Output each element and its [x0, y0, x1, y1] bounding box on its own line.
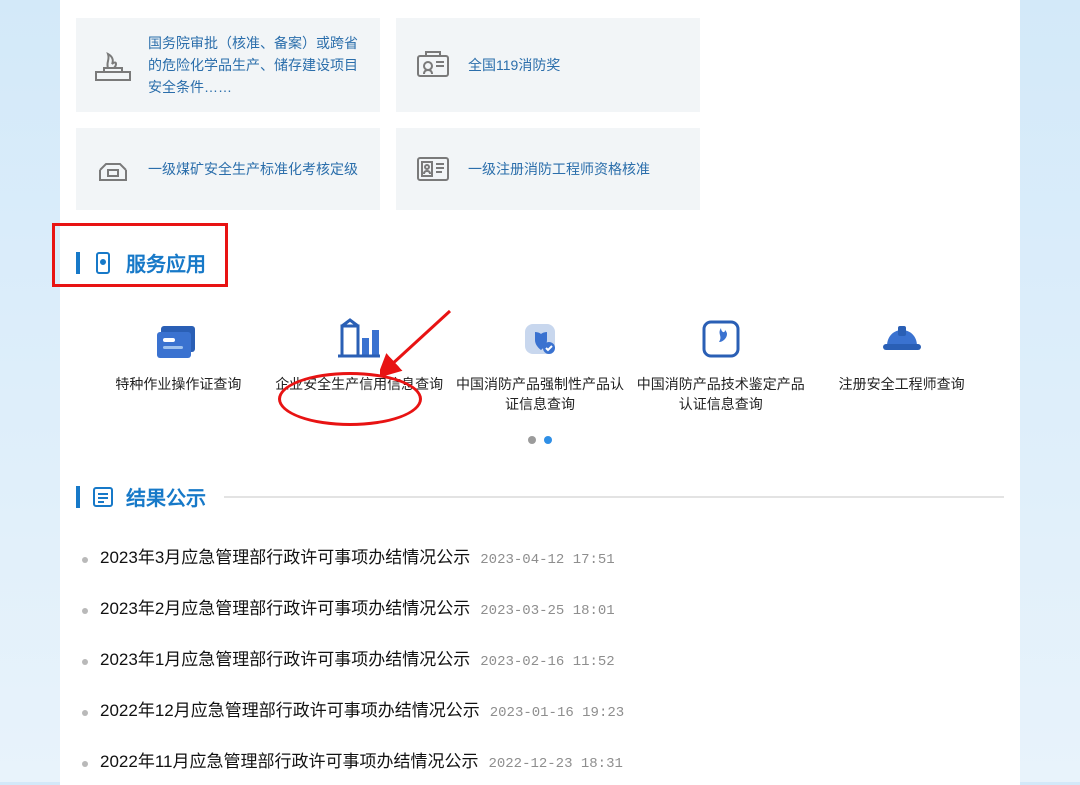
app-label: 注册安全工程师查询 — [839, 374, 965, 394]
card-text: 国务院审批（核准、备案）或跨省的危险化学品生产、储存建设项目安全条件…… — [148, 32, 364, 98]
list-icon — [92, 486, 114, 508]
card-approval[interactable]: 国务院审批（核准、备案）或跨省的危险化学品生产、储存建设项目安全条件…… — [76, 18, 380, 112]
result-item[interactable]: 2023年1月应急管理部行政许可事项办结情况公示 2023-02-16 11:5… — [76, 632, 1004, 683]
result-date: 2023-04-12 17:51 — [480, 552, 614, 568]
card-text: 一级煤矿安全生产标准化考核定级 — [148, 158, 364, 180]
top-card-row: 国务院审批（核准、备案）或跨省的危险化学品生产、储存建设项目安全条件…… 全国1… — [76, 0, 1004, 210]
pager-dot-1[interactable] — [528, 436, 536, 444]
section-title: 服务应用 — [126, 248, 206, 277]
app-fire-product-ccc[interactable]: 中国消防产品强制性产品认证信息查询 — [455, 316, 625, 414]
app-label: 特种作业操作证查询 — [115, 374, 241, 394]
app-safety-engineer[interactable]: 注册安全工程师查询 — [817, 316, 987, 414]
header-bar — [76, 486, 80, 508]
shield-check-icon — [517, 316, 563, 362]
fire-icon — [92, 44, 134, 86]
badge-icon — [412, 44, 454, 86]
apps-grid: 特种作业操作证查询 企业安全生产信用信息查询 — [76, 316, 1004, 414]
result-title: 2023年3月应急管理部行政许可事项办结情况公示 — [100, 543, 470, 568]
card-engineer-cert[interactable]: 一级注册消防工程师资格核准 — [396, 128, 700, 210]
result-title: 2022年12月应急管理部行政许可事项办结情况公示 — [100, 696, 480, 721]
bullet-icon — [82, 557, 88, 563]
bullet-icon — [82, 659, 88, 665]
app-fire-product-tech[interactable]: 中国消防产品技术鉴定产品认证信息查询 — [636, 316, 806, 414]
result-item[interactable]: 2022年12月应急管理部行政许可事项办结情况公示 2023-01-16 19:… — [76, 683, 1004, 734]
result-date: 2023-01-16 19:23 — [490, 705, 624, 721]
touch-icon — [92, 252, 114, 274]
tray-icon — [92, 148, 134, 190]
service-apps-header: 服务应用 — [76, 248, 1004, 278]
building-chart-icon — [336, 316, 382, 362]
app-special-ops-cert[interactable]: 特种作业操作证查询 — [93, 316, 263, 414]
carousel-pager — [76, 436, 1004, 444]
result-date: 2023-03-25 18:01 — [480, 603, 614, 619]
app-enterprise-credit[interactable]: 企业安全生产信用信息查询 — [274, 316, 444, 414]
bullet-icon — [82, 710, 88, 716]
id-icon — [412, 148, 454, 190]
result-date: 2023-02-16 11:52 — [480, 654, 614, 670]
result-date: 2022-12-23 18:31 — [488, 756, 622, 772]
id-card-icon — [155, 316, 201, 362]
result-item[interactable]: 2022年11月应急管理部行政许可事项办结情况公示 2022-12-23 18:… — [76, 734, 1004, 785]
result-item[interactable]: 2023年2月应急管理部行政许可事项办结情况公示 2023-03-25 18:0… — [76, 581, 1004, 632]
bullet-icon — [82, 761, 88, 767]
results-list: 2023年3月应急管理部行政许可事项办结情况公示 2023-04-12 17:5… — [76, 530, 1004, 785]
result-title: 2023年2月应急管理部行政许可事项办结情况公示 — [100, 594, 470, 619]
card-text: 全国119消防奖 — [468, 54, 684, 76]
result-title: 2022年11月应急管理部行政许可事项办结情况公示 — [100, 747, 478, 772]
header-rule — [224, 496, 1004, 498]
result-title: 2023年1月应急管理部行政许可事项办结情况公示 — [100, 645, 470, 670]
helmet-icon — [879, 316, 925, 362]
card-coal-rating[interactable]: 一级煤矿安全生产标准化考核定级 — [76, 128, 380, 210]
section-title: 结果公示 — [126, 482, 206, 511]
app-label: 中国消防产品技术鉴定产品认证信息查询 — [636, 374, 806, 414]
pager-dot-2[interactable] — [544, 436, 552, 444]
bullet-icon — [82, 608, 88, 614]
card-text: 一级注册消防工程师资格核准 — [468, 158, 684, 180]
header-bar — [76, 252, 80, 274]
card-fire-award[interactable]: 全国119消防奖 — [396, 18, 700, 112]
flame-icon — [698, 316, 744, 362]
result-item[interactable]: 2023年3月应急管理部行政许可事项办结情况公示 2023-04-12 17:5… — [76, 530, 1004, 581]
results-header: 结果公示 — [76, 482, 1004, 512]
app-label: 企业安全生产信用信息查询 — [275, 374, 443, 394]
app-label: 中国消防产品强制性产品认证信息查询 — [455, 374, 625, 414]
